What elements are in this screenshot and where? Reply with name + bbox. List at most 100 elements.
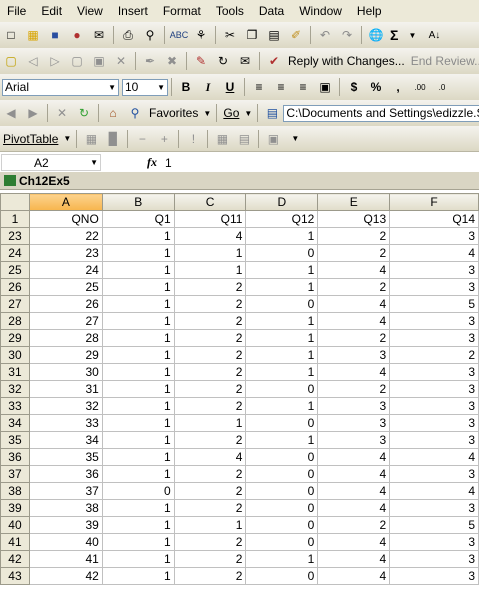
go-button[interactable]: Go [223,106,239,120]
cell[interactable]: 2 [173,533,247,551]
cell[interactable]: 3 [389,227,479,245]
mail-recipient-icon[interactable]: ✉ [236,52,254,70]
ink-icon[interactable]: ✒ [141,52,159,70]
cell[interactable]: 3 [389,533,479,551]
cell[interactable]: 3 [389,465,479,483]
cell[interactable]: 0 [245,465,319,483]
cell[interactable]: 3 [317,431,391,449]
cell[interactable]: 2 [173,363,247,381]
cell[interactable]: 1 [101,363,175,381]
refresh-icon[interactable]: ↻ [75,104,93,122]
cell[interactable]: 1 [245,227,319,245]
redo-icon[interactable]: ↷ [338,26,356,44]
forward-icon[interactable]: ▶ [24,104,42,122]
pivottable-menu[interactable]: PivotTable [3,132,58,146]
cell[interactable]: 2 [173,499,247,517]
show-field-list-icon[interactable]: ▣ [264,130,282,148]
cell[interactable]: 2 [173,465,247,483]
row-header[interactable]: 25 [0,261,30,279]
row-header[interactable]: 30 [0,346,30,364]
merge-center-icon[interactable]: ▣ [316,78,334,96]
cell[interactable]: 4 [389,482,479,500]
field-settings-icon[interactable]: ▦ [213,130,231,148]
cell[interactable]: 3 [317,397,391,415]
show-detail-icon[interactable]: + [155,130,173,148]
cell[interactable]: 1 [101,499,175,517]
menu-view[interactable]: View [70,4,111,18]
save-icon[interactable]: ■ [46,26,64,44]
cell[interactable]: 4 [317,465,391,483]
cell[interactable]: 4 [317,295,391,313]
cell[interactable]: 1 [245,278,319,296]
cell[interactable]: 1 [101,431,175,449]
formula-input[interactable]: 1 [165,156,172,170]
row-header[interactable]: 23 [0,227,30,245]
menu-window[interactable]: Window [292,4,350,18]
cell[interactable]: 1 [245,329,319,347]
show-only-web-toolbar-icon[interactable]: ▤ [263,104,281,122]
cell[interactable]: 3 [317,414,391,432]
header-cell-q11[interactable]: Q11 [173,210,247,228]
delete-comment-icon[interactable]: ✕ [112,52,130,70]
column-header-f[interactable]: F [389,193,479,211]
cell[interactable]: 2 [173,567,247,585]
menu-help[interactable]: Help [350,4,390,18]
row-header[interactable]: 42 [0,550,30,568]
row-header[interactable]: 41 [0,533,30,551]
row-header[interactable]: 1 [0,210,30,228]
print-icon[interactable]: ⎙ [119,26,137,44]
row-header[interactable]: 33 [0,397,30,415]
bold-button[interactable]: B [177,78,195,96]
cell[interactable]: 1 [101,329,175,347]
row-header[interactable]: 24 [0,244,30,262]
cell[interactable]: 3 [389,363,479,381]
menu-edit[interactable]: Edit [34,4,70,18]
delete-ink-icon[interactable]: ✖ [163,52,181,70]
cell[interactable]: 4 [317,567,391,585]
next-comment-icon[interactable]: ▷ [46,52,64,70]
select-all-corner[interactable] [0,193,30,211]
column-header-a[interactable]: A [28,193,103,211]
cell[interactable]: 31 [28,380,103,398]
cell[interactable]: 1 [173,244,247,262]
column-header-b[interactable]: B [101,193,175,211]
cell[interactable]: 2 [173,482,247,500]
cell[interactable]: 30 [28,363,103,381]
address-box[interactable]: C:\Documents and Settings\edizzle.SBAN [283,104,479,122]
row-header[interactable]: 37 [0,465,30,483]
cell[interactable]: 1 [101,516,175,534]
show-all-comments-icon[interactable]: ▣ [90,52,108,70]
cell[interactable]: 4 [173,227,247,245]
cell[interactable]: 4 [173,448,247,466]
cell[interactable]: 26 [28,295,103,313]
cell[interactable]: 0 [245,244,319,262]
cell[interactable]: 1 [101,227,175,245]
cell[interactable]: 1 [101,567,175,585]
cell[interactable]: 1 [245,397,319,415]
cell[interactable]: 3 [389,550,479,568]
cell[interactable]: 1 [101,346,175,364]
cell[interactable]: 34 [28,431,103,449]
cell[interactable]: 39 [28,516,103,534]
column-header-c[interactable]: C [173,193,247,211]
dropdown-arrow-icon[interactable]: ▼ [403,26,421,44]
row-header[interactable]: 34 [0,414,30,432]
cell[interactable]: 32 [28,397,103,415]
search-web-icon[interactable]: ⚲ [126,104,144,122]
hide-detail-icon[interactable]: − [133,130,151,148]
cell[interactable]: 1 [245,431,319,449]
align-right-icon[interactable]: ≡ [294,78,312,96]
italic-button[interactable]: I [199,78,217,96]
cell[interactable]: 35 [28,448,103,466]
cell[interactable]: 23 [28,244,103,262]
cell[interactable]: 1 [245,312,319,330]
back-icon[interactable]: ◀ [2,104,20,122]
cell[interactable]: 0 [245,380,319,398]
cell[interactable]: 2 [173,397,247,415]
cell[interactable]: 24 [28,261,103,279]
cell[interactable]: 1 [101,312,175,330]
name-box[interactable]: A2 ▼ [1,154,101,171]
reply-with-changes-button[interactable]: Reply with Changes... [288,54,405,68]
cell[interactable]: 1 [245,346,319,364]
paste-icon[interactable]: ▤ [265,26,283,44]
